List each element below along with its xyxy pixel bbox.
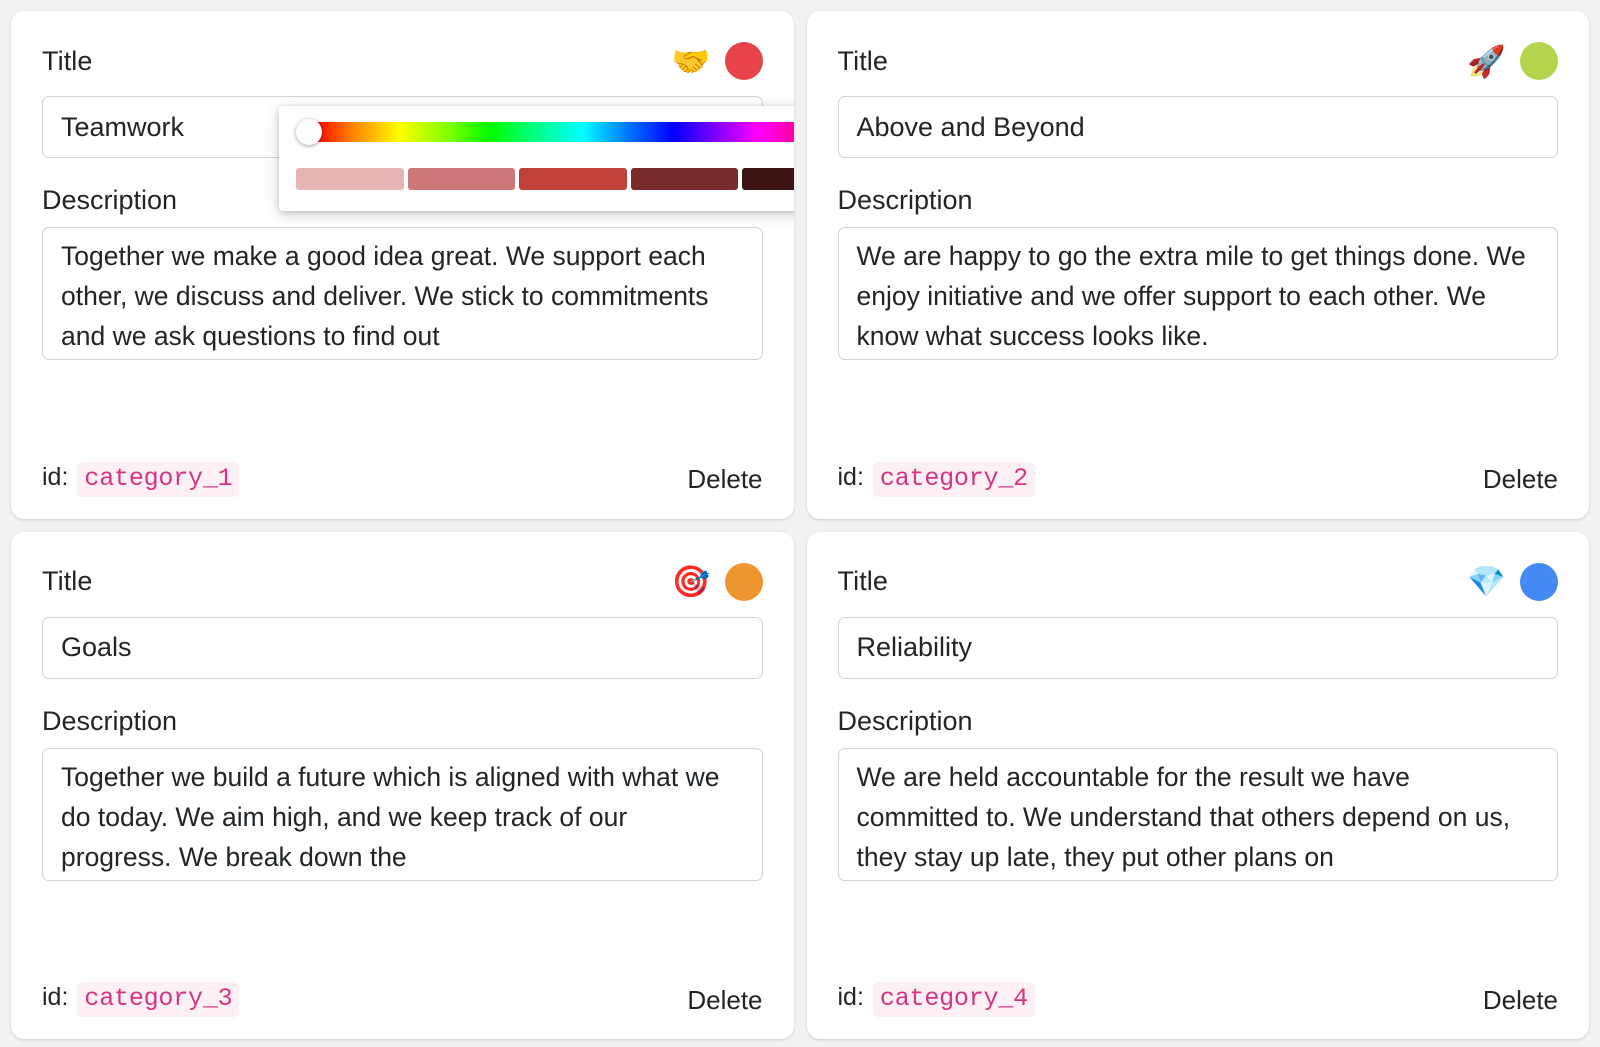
- card-footer: id: category_3 Delete: [42, 958, 763, 1017]
- delete-button[interactable]: Delete: [687, 987, 762, 1013]
- card-header: Title 🎯: [42, 562, 763, 601]
- description-textarea[interactable]: Together we make a good idea great. We s…: [42, 227, 763, 360]
- handshake-emoji[interactable]: 🤝: [672, 46, 711, 77]
- description-field-label: Description: [42, 705, 178, 736]
- shade-swatch-900[interactable]: [742, 168, 794, 190]
- shade-swatch-row: [296, 168, 794, 190]
- gem-diamond-emoji[interactable]: 💎: [1467, 566, 1506, 597]
- color-swatch-button[interactable]: [724, 42, 763, 80]
- delete-button[interactable]: Delete: [1483, 987, 1558, 1013]
- title-input[interactable]: Goals: [42, 616, 763, 679]
- card-header-controls: 💎: [1467, 562, 1558, 601]
- description-textarea[interactable]: We are held accountable for the result w…: [837, 747, 1558, 881]
- card-header: Title 💎: [837, 562, 1558, 601]
- id-value: category_1: [77, 461, 240, 497]
- title-field-label: Title: [42, 45, 93, 76]
- color-swatch-button[interactable]: [1520, 562, 1558, 601]
- category-id: id: category_1: [42, 461, 240, 497]
- hue-gradient-track[interactable]: [314, 122, 794, 142]
- category-card: Title 💎 Reliability Description We are h…: [806, 531, 1589, 1039]
- shade-swatch-700[interactable]: [630, 168, 739, 190]
- color-swatch-button[interactable]: [724, 562, 763, 601]
- card-header-controls: 🚀: [1467, 42, 1558, 80]
- color-picker-popup[interactable]: [279, 106, 794, 211]
- rocket-emoji[interactable]: 🚀: [1467, 46, 1506, 77]
- description-field-label: Description: [837, 185, 973, 215]
- delete-button[interactable]: Delete: [1483, 466, 1558, 492]
- id-value: category_2: [872, 461, 1035, 497]
- id-value: category_3: [77, 982, 240, 1017]
- description-field-label: Description: [837, 705, 973, 736]
- category-id: id: category_3: [42, 982, 240, 1017]
- id-label: id:: [837, 983, 864, 1011]
- title-input[interactable]: Reliability: [837, 616, 1558, 679]
- description-textarea[interactable]: Together we build a future which is alig…: [42, 747, 763, 881]
- shade-swatch-500[interactable]: [519, 168, 627, 190]
- title-field-label: Title: [42, 566, 93, 596]
- shade-swatch-100[interactable]: [296, 168, 404, 190]
- category-id: id: category_2: [837, 461, 1035, 497]
- card-footer: id: category_1 Delete: [42, 438, 763, 497]
- card-header-controls: 🎯: [672, 562, 763, 601]
- category-card: Title 🎯 Goals Description Together we bu…: [11, 531, 794, 1039]
- title-field-label: Title: [837, 566, 889, 596]
- category-card: Title 🤝 Teamwork Description Together we…: [11, 11, 794, 519]
- id-value: category_4: [872, 982, 1035, 1017]
- id-label: id:: [42, 462, 69, 491]
- card-header-controls: 🤝: [672, 42, 763, 80]
- card-header: Title 🚀: [837, 42, 1558, 80]
- description-textarea[interactable]: We are happy to go the extra mile to get…: [837, 227, 1558, 360]
- title-field-label: Title: [837, 45, 889, 76]
- category-card: Title 🚀 Above and Beyond Description We …: [806, 11, 1589, 519]
- title-input[interactable]: Above and Beyond: [837, 96, 1558, 158]
- card-header: Title 🤝: [42, 42, 763, 80]
- id-label: id:: [42, 983, 69, 1011]
- color-swatch-button[interactable]: [1520, 42, 1558, 80]
- dart-target-emoji[interactable]: 🎯: [672, 566, 711, 597]
- delete-button[interactable]: Delete: [687, 466, 762, 492]
- id-label: id:: [837, 462, 864, 491]
- category-id: id: category_4: [838, 982, 1035, 1017]
- shade-swatch-300[interactable]: [407, 168, 516, 190]
- category-cards-board: Title 🤝 Teamwork Description Together we…: [0, 0, 1600, 1047]
- card-footer: id: category_4 Delete: [838, 958, 1558, 1017]
- card-footer: id: category_2 Delete: [837, 438, 1558, 497]
- hue-slider[interactable]: [296, 119, 794, 145]
- hue-slider-thumb[interactable]: [296, 119, 322, 145]
